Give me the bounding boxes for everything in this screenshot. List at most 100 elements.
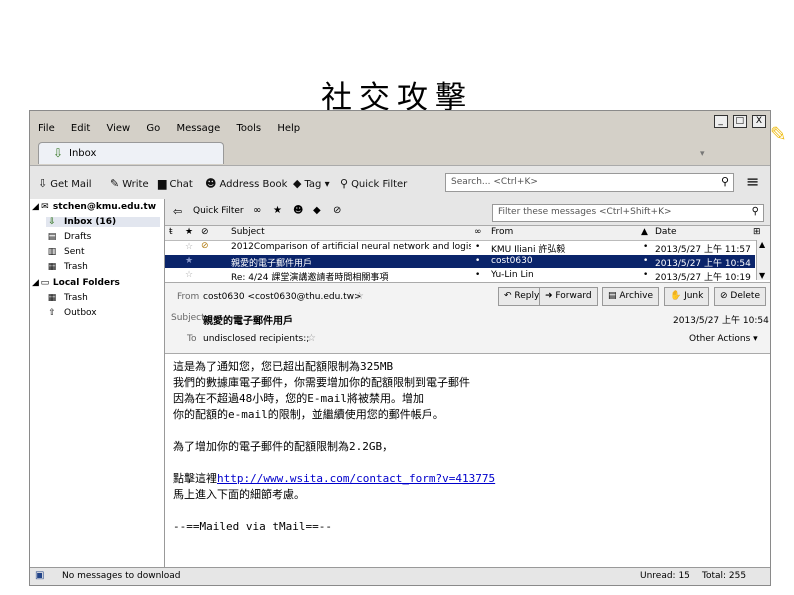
attachment-filter-icon[interactable]: ⊘ xyxy=(333,205,341,216)
tab-list-chevron-icon[interactable]: ▾ xyxy=(700,149,705,159)
tab-inbox[interactable]: ⇩ Inbox xyxy=(38,142,224,164)
archive-button[interactable]: ▤ Archive xyxy=(602,287,660,306)
subject-label: Subject xyxy=(171,313,205,323)
column-from[interactable]: From xyxy=(491,227,513,237)
chat-button[interactable]: ▆ Chat xyxy=(158,177,193,190)
table-row[interactable]: ☆ Re: 4/24 課堂演講邀請者時間相關事項 • Yu-Lin Lin • … xyxy=(165,269,755,283)
account-folder[interactable]: ◢ ✉ stchen@kmu.edu.tw xyxy=(32,202,156,212)
junk-button[interactable]: ✋ Junk xyxy=(664,287,710,306)
table-row[interactable]: ☆ ⊘ 2012Comparison of artificial neural … xyxy=(165,241,755,255)
junk-column-icon[interactable]: ▲ xyxy=(641,227,648,237)
row-date: 2013/5/27 上午 11:57 xyxy=(655,245,751,255)
menu-message[interactable]: Message xyxy=(176,123,220,134)
junk-dot-icon: • xyxy=(643,256,649,266)
message-header-pane: From cost0630 <cost0630@thu.edu.tw> ☆ ↶ … xyxy=(165,282,770,354)
contact-filter-icon[interactable]: ☻ xyxy=(293,205,303,216)
read-dot-icon: • xyxy=(475,242,481,252)
close-button[interactable]: X xyxy=(752,115,766,128)
star-icon[interactable]: ☆ xyxy=(185,242,193,252)
folder-trash[interactable]: ▦ Trash xyxy=(46,262,88,272)
maximize-button[interactable]: □ xyxy=(732,115,747,128)
row-subject: 2012Comparison of artificial neural netw… xyxy=(231,242,471,252)
scroll-down-icon[interactable]: ▼ xyxy=(759,271,765,280)
tag-icon: ◆ xyxy=(293,177,302,190)
app-menu-icon[interactable]: ≡ xyxy=(746,172,759,191)
folder-sent[interactable]: ▥ Sent xyxy=(46,247,85,257)
row-from: KMU Iliani 許弘毅 xyxy=(491,245,566,255)
tag-button[interactable]: ◆ Tag ▾ xyxy=(293,177,330,190)
row-from: cost0630 xyxy=(491,256,533,266)
row-date: 2013/5/27 上午 10:54 xyxy=(655,259,751,269)
folder-outbox[interactable]: ⇧ Outbox xyxy=(46,308,96,318)
starred-filter-icon[interactable]: ★ xyxy=(273,205,282,216)
status-bar: ▣ No messages to download Unread: 15 Tot… xyxy=(30,567,770,585)
attachment-column-icon[interactable]: ⊘ xyxy=(201,227,209,237)
forward-button[interactable]: ➜ Forward xyxy=(539,287,598,306)
quick-filter-button[interactable]: ⚲ Quick Filter xyxy=(340,177,407,190)
forward-icon: ➜ xyxy=(545,291,556,301)
tag-filter-icon[interactable]: ◆ xyxy=(313,205,321,216)
column-date[interactable]: Date xyxy=(655,227,677,237)
unread-filter-icon[interactable]: ∞ xyxy=(253,205,261,216)
column-picker-icon[interactable]: ⊞ xyxy=(753,227,761,237)
table-row[interactable]: ★ 親愛的電子郵件用戶 • cost0630 • 2013/5/27 上午 10… xyxy=(165,255,755,269)
menu-file[interactable]: File xyxy=(38,123,55,134)
sent-icon: ▥ xyxy=(47,247,57,257)
add-contact-star-icon[interactable]: ☆ xyxy=(307,333,316,344)
column-subject[interactable]: Subject xyxy=(231,227,265,237)
status-message: No messages to download xyxy=(62,571,181,581)
body-line: 馬上進入下面的細節考慮。 xyxy=(173,488,305,501)
delete-icon: ⊘ xyxy=(720,291,731,301)
add-contact-star-icon[interactable]: ☆ xyxy=(355,291,364,302)
star-column-icon[interactable]: ★ xyxy=(185,227,193,237)
contacts-icon: ☻ xyxy=(205,177,217,190)
folder-inbox[interactable]: ⇩ Inbox (16) xyxy=(46,217,160,227)
star-icon[interactable]: ☆ xyxy=(185,270,193,280)
search-icon: ⚲ xyxy=(720,175,729,188)
phishing-link[interactable]: http://www.wsita.com/contact_form?v=4137… xyxy=(217,472,495,485)
filter-messages-input[interactable]: Filter these messages <Ctrl+Shift+K> ⚲ xyxy=(492,204,764,222)
star-icon[interactable]: ★ xyxy=(185,256,193,266)
menu-tools[interactable]: Tools xyxy=(236,123,261,134)
subject-value: 親愛的電子郵件用戶 xyxy=(203,316,293,327)
scroll-up-icon[interactable]: ▲ xyxy=(759,240,765,249)
menu-view[interactable]: View xyxy=(106,123,130,134)
row-from: Yu-Lin Lin xyxy=(491,270,534,280)
junk-dot-icon: • xyxy=(643,242,649,252)
online-status-icon[interactable]: ▣ xyxy=(35,570,44,581)
chat-icon: ▆ xyxy=(158,177,167,190)
body-line-link: 點擊這裡http://www.wsita.com/contact_form?v=… xyxy=(173,472,496,485)
from-value[interactable]: cost0630 <cost0630@thu.edu.tw> xyxy=(203,292,362,302)
thread-column-icon[interactable]: ŧ xyxy=(169,227,173,237)
menu-bar: File Edit View Go Message Tools Help xyxy=(38,123,313,137)
filter-icon: ⚲ xyxy=(340,177,349,190)
folder-local-trash[interactable]: ▦ Trash xyxy=(46,293,88,303)
computer-icon: ▭ xyxy=(40,278,50,288)
junk-icon: ✋ xyxy=(670,291,685,301)
pencil-icon: ✎ xyxy=(110,177,120,190)
get-mail-button[interactable]: ⇩ Get Mail xyxy=(38,177,92,190)
read-column-icon[interactable]: ∞ xyxy=(474,227,482,237)
other-actions-button[interactable]: Other Actions ▾ xyxy=(689,334,758,344)
global-search-input[interactable]: Search... <Ctrl+K> ⚲ xyxy=(445,173,734,192)
address-book-button[interactable]: ☻ Address Book xyxy=(205,177,287,190)
body-line: 為了增加你的電子郵件的配額限制為2.2GB， xyxy=(173,440,394,453)
message-list-scrollbar[interactable]: ▲ ▼ xyxy=(756,240,770,280)
unread-count: Unread: 15 xyxy=(640,571,690,581)
body-line: 你的配額的e-mail的限制，並繼續使用您的郵件帳戶。 xyxy=(173,408,444,421)
to-label: To xyxy=(187,334,197,344)
menu-help[interactable]: Help xyxy=(277,123,300,134)
write-button[interactable]: ✎ Write xyxy=(110,177,149,190)
row-subject: 親愛的電子郵件用戶 xyxy=(231,259,313,269)
inbox-icon: ⇩ xyxy=(48,217,56,227)
delete-button[interactable]: ⊘ Delete xyxy=(714,287,766,306)
menu-edit[interactable]: Edit xyxy=(71,123,90,134)
message-body: 這是為了通知您，您已超出配額限制為325MB 我們的數據庫電子郵件，你需要增加你… xyxy=(173,359,763,535)
local-folders[interactable]: ◢ ▭ Local Folders xyxy=(32,278,120,288)
minimize-button[interactable]: _ xyxy=(713,115,728,128)
menu-go[interactable]: Go xyxy=(146,123,160,134)
drafts-icon: ▤ xyxy=(47,232,57,242)
folder-drafts[interactable]: ▤ Drafts xyxy=(46,232,92,242)
chevron-down-icon: ▾ xyxy=(321,179,330,190)
pin-icon[interactable]: ⇦ xyxy=(173,205,182,218)
